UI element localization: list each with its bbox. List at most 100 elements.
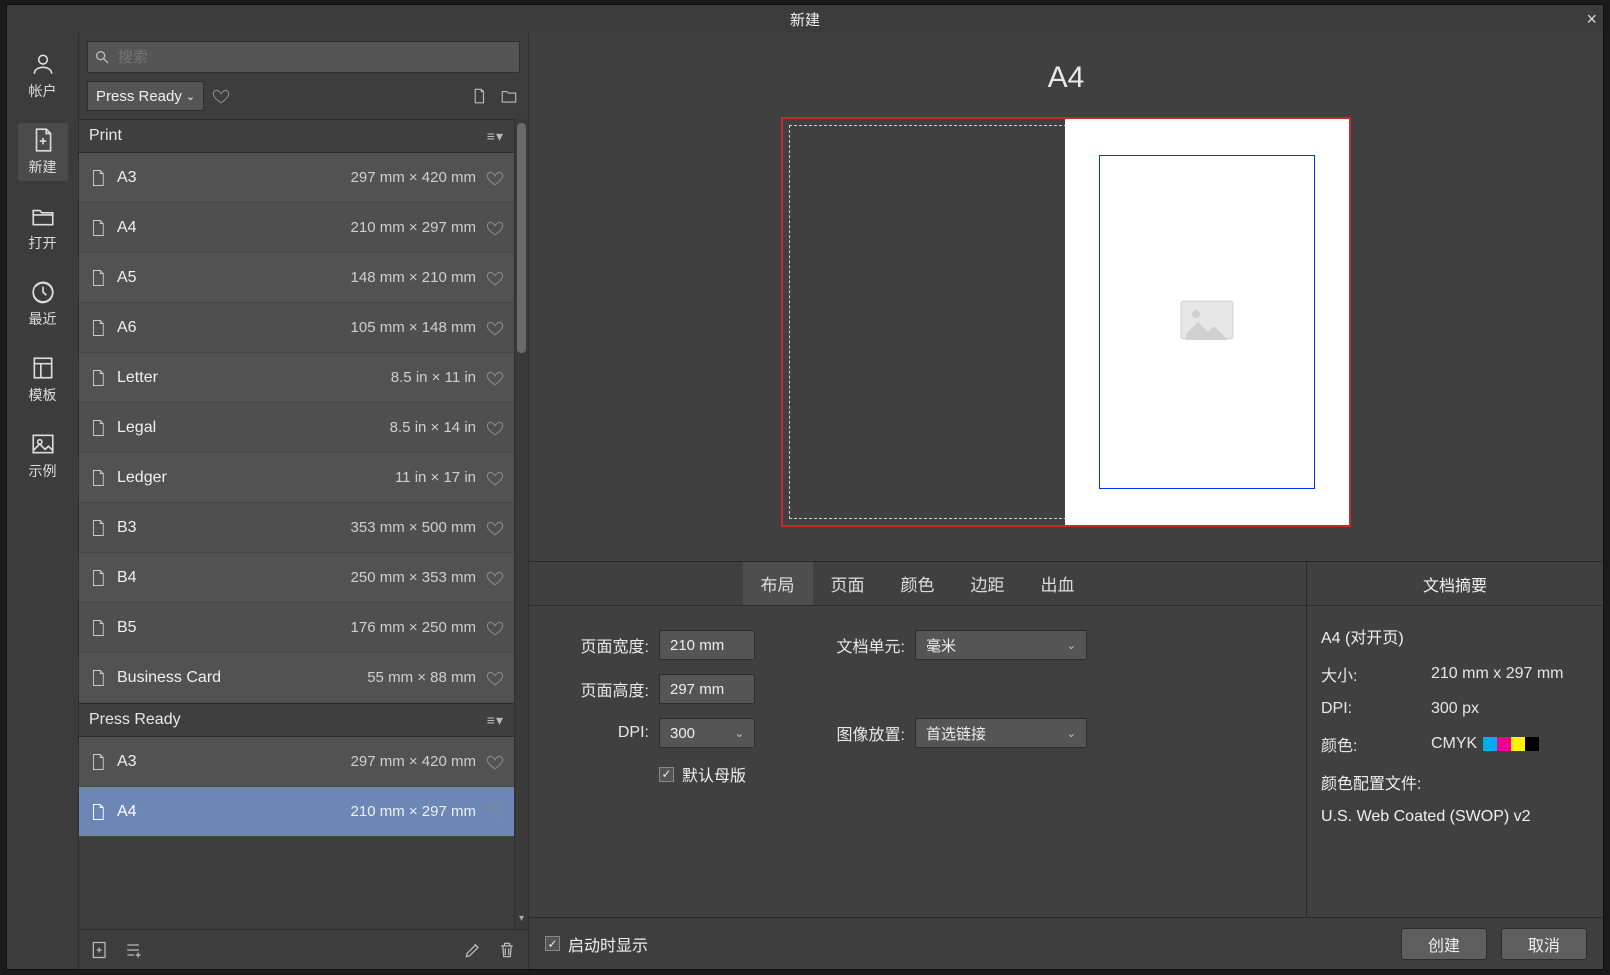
sidebar-item-new[interactable]: 新建 xyxy=(18,123,68,181)
search-input[interactable] xyxy=(116,48,513,67)
summary-profile-label: 颜色配置文件: xyxy=(1321,770,1589,794)
delete-button[interactable] xyxy=(496,939,518,961)
preset-dimensions: 148 mm × 210 mm xyxy=(351,269,476,286)
image-placeholder-icon xyxy=(1180,300,1234,345)
image-place-select[interactable]: 首选链接⌄ xyxy=(915,718,1087,748)
cancel-button[interactable]: 取消 xyxy=(1501,928,1587,960)
preset-name: B4 xyxy=(117,569,341,587)
sidebar-label: 示例 xyxy=(29,461,57,481)
dpi-label: DPI: xyxy=(559,724,649,742)
scroll-down-icon[interactable]: ▾ xyxy=(517,911,526,925)
group-name: Press Ready xyxy=(89,711,181,729)
tab-3[interactable]: 边距 xyxy=(953,562,1023,605)
preset-row[interactable]: A6105 mm × 148 mm xyxy=(79,303,514,353)
preset-column: Press Ready ⌄ Print≡▾A3297 mm × 420 mmA4… xyxy=(79,33,529,969)
preset-name: A4 xyxy=(117,803,341,821)
preset-row[interactable]: Ledger 11 in × 17 in xyxy=(79,453,514,503)
preset-dimensions: 210 mm × 297 mm xyxy=(351,219,476,236)
show-on-start-checkbox[interactable]: ✓ 启动时显示 xyxy=(545,932,648,956)
image-icon xyxy=(30,431,56,457)
summary-size-label: 大小: xyxy=(1321,662,1431,686)
preset-row[interactable]: A4 210 mm × 297 mm xyxy=(79,203,514,253)
sidebar-item-open[interactable]: 打开 xyxy=(18,199,68,257)
add-preset-button[interactable] xyxy=(89,939,111,961)
sidebar-item-template[interactable]: 模板 xyxy=(18,351,68,409)
preset-name: Business Card xyxy=(117,669,357,687)
doc-unit-select[interactable]: 毫米⌄ xyxy=(915,630,1087,660)
create-button[interactable]: 创建 xyxy=(1401,928,1487,960)
preview-spread xyxy=(781,117,1351,527)
dpi-select[interactable]: 300⌄ xyxy=(659,718,755,748)
group-menu-icon[interactable]: ≡▾ xyxy=(487,712,504,729)
scrollbar-thumb[interactable] xyxy=(517,123,526,353)
sidebar-item-account[interactable]: 帐户 xyxy=(18,47,68,105)
preset-dimensions: 250 mm × 353 mm xyxy=(351,569,476,586)
chevron-down-icon: ⌄ xyxy=(1067,727,1076,740)
sort-folder-icon[interactable] xyxy=(498,85,520,107)
preview-left-page xyxy=(789,125,1067,519)
sidebar-item-recent[interactable]: 最近 xyxy=(18,275,68,333)
preset-dimensions: 176 mm × 250 mm xyxy=(351,619,476,636)
preset-list: Print≡▾A3297 mm × 420 mmA4210 mm × 297 m… xyxy=(79,119,514,929)
sort-page-icon[interactable] xyxy=(468,85,490,107)
dropdown-label: Press Ready xyxy=(96,88,182,105)
preset-dimensions: 11 in × 17 in xyxy=(395,469,476,486)
tab-1[interactable]: 页面 xyxy=(813,562,883,605)
search-box[interactable] xyxy=(87,41,520,73)
rename-button[interactable] xyxy=(462,939,484,961)
preset-group-header[interactable]: Press Ready ≡▾ xyxy=(79,703,514,737)
preset-row[interactable]: A3297 mm × 420 mm xyxy=(79,737,514,787)
preview-title: A4 xyxy=(529,61,1603,95)
tab-4[interactable]: 出血 xyxy=(1023,562,1093,605)
properties-panel: 布局页面颜色边距出血 页面宽度: 页面高度: xyxy=(529,562,1307,917)
scrollbar[interactable]: ▾ xyxy=(514,119,528,929)
close-icon[interactable]: × xyxy=(1586,9,1597,30)
category-dropdown[interactable]: Press Ready ⌄ xyxy=(87,81,204,111)
preset-dimensions: 353 mm × 500 mm xyxy=(351,519,476,536)
sidebar-label: 新建 xyxy=(29,157,57,177)
preset-name: Ledger xyxy=(117,469,385,487)
sidebar-label: 模板 xyxy=(29,385,57,405)
preset-row[interactable]: B5176 mm × 250 mm xyxy=(79,603,514,653)
preset-row[interactable]: B4 250 mm × 353 mm xyxy=(79,553,514,603)
checkbox-box: ✓ xyxy=(545,936,560,951)
preset-name: Letter xyxy=(117,369,381,387)
preset-name: A3 xyxy=(117,169,341,187)
preset-row[interactable]: Business Card55 mm × 88 mm xyxy=(79,653,514,703)
preset-dimensions: 297 mm × 420 mm xyxy=(351,753,476,770)
checkbox-label: 默认母版 xyxy=(682,762,746,786)
preset-row[interactable]: A5148 mm × 210 mm xyxy=(79,253,514,303)
page-height-input[interactable] xyxy=(659,674,755,704)
tab-2[interactable]: 颜色 xyxy=(883,562,953,605)
preset-name: B3 xyxy=(117,519,341,537)
preset-group-header[interactable]: Print≡▾ xyxy=(79,119,514,153)
preset-name: A4 xyxy=(117,219,341,237)
preset-dimensions: 8.5 in × 11 in xyxy=(391,369,476,386)
preset-row[interactable]: Letter 8.5 in × 11 in xyxy=(79,353,514,403)
summary-profile-value: U.S. Web Coated (SWOP) v2 xyxy=(1321,808,1589,826)
sidebar-label: 帐户 xyxy=(29,81,57,101)
sidebar-label: 最近 xyxy=(29,309,57,329)
template-icon xyxy=(30,355,56,381)
image-place-label: 图像放置: xyxy=(815,721,905,745)
preset-dimensions: 105 mm × 148 mm xyxy=(351,319,476,336)
preset-toolbar xyxy=(79,929,528,969)
favorite-filter-icon[interactable] xyxy=(212,87,230,105)
preview-right-page xyxy=(1065,119,1349,525)
preset-row[interactable]: Legal8.5 in × 14 in xyxy=(79,403,514,453)
summary-color-value: CMYK xyxy=(1431,735,1477,753)
summary-dpi-label: DPI: xyxy=(1321,700,1431,718)
tab-0[interactable]: 布局 xyxy=(743,562,813,605)
preset-row[interactable]: A4 210 mm × 297 mm xyxy=(79,787,514,837)
preset-row[interactable]: A3297 mm × 420 mm xyxy=(79,153,514,203)
preset-dimensions: 210 mm × 297 mm xyxy=(351,803,476,820)
default-master-checkbox[interactable]: ✓ 默认母版 xyxy=(659,762,755,786)
sidebar-item-sample[interactable]: 示例 xyxy=(18,427,68,485)
chevron-down-icon: ⌄ xyxy=(735,727,744,740)
add-category-button[interactable] xyxy=(123,939,145,961)
summary-dpi-value: 300 px xyxy=(1431,700,1479,718)
group-menu-icon[interactable]: ≡▾ xyxy=(487,128,504,145)
preset-row[interactable]: B3 353 mm × 500 mm xyxy=(79,503,514,553)
page-width-input[interactable] xyxy=(659,630,755,660)
properties-tabs: 布局页面颜色边距出血 xyxy=(529,562,1306,606)
